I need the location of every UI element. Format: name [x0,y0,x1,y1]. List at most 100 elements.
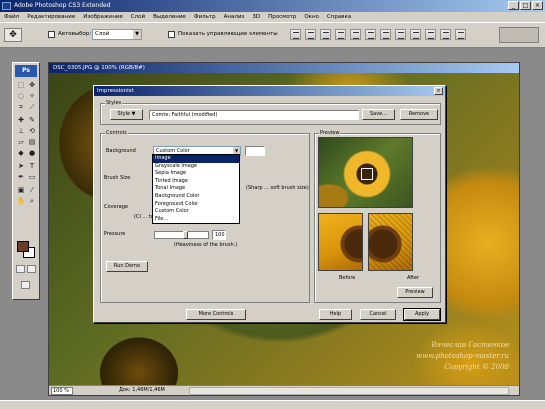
eraser-tool-icon[interactable]: ▱ [16,138,26,147]
background-option[interactable]: Background Color [153,193,239,201]
distribute-hcenter-icon[interactable] [440,29,451,40]
lasso-tool-icon[interactable]: ◌ [16,92,26,101]
history-brush-tool-icon[interactable]: ⟲ [27,127,37,136]
magic-wand-tool-icon[interactable]: ✧ [27,92,37,101]
brush-tool-icon[interactable]: ✎ [27,116,37,125]
watermark: Вячеслав Гостенков www.photoshop-master.… [416,340,509,373]
options-bar: ✥ Автовыбор: Слой ▼ Показать управляющие… [0,22,545,48]
hand-tool-icon[interactable]: ✋ [16,197,26,206]
document-info[interactable]: Док: 1,46M/1,46M [119,386,165,395]
apply-button[interactable]: Apply [403,308,441,321]
background-option[interactable]: Custom Color [153,208,239,216]
toolbox: Ps ⬚ ✥ ◌ ✧ ⌗ ⟋ ✚ ✎ ⊥ ⟲ ▱ ▤ ◆ ● ➤ T ✒ ▭ ▣… [12,62,40,300]
preview-before-image [318,213,363,271]
preview-after-image [368,213,413,271]
standard-mode-icon[interactable] [16,265,25,273]
foreground-color-swatch[interactable] [17,241,29,252]
gradient-tool-icon[interactable]: ▤ [27,138,37,147]
ps-logo: Ps [15,65,37,77]
background-option[interactable]: File... [153,216,239,224]
brush-size-label: Brush Size [104,175,131,181]
distribute-vcenter-icon[interactable] [395,29,406,40]
pressure-label: Pressure [104,231,126,237]
screen-mode-icon[interactable] [21,281,30,289]
maximize-button[interactable]: □ [520,1,531,10]
zoom-tool-icon[interactable]: ⌕ [27,197,37,206]
menu-image[interactable]: Изображение [83,12,123,22]
distribute-left-icon[interactable] [425,29,436,40]
healing-brush-tool-icon[interactable]: ✚ [16,116,26,125]
help-button[interactable]: Help [319,309,352,320]
zoom-field[interactable]: 100 % [51,387,73,395]
shape-tool-icon[interactable]: ▭ [27,173,37,182]
background-option[interactable]: Sepia Image [153,170,239,178]
background-option[interactable]: Tinted Image [153,178,239,186]
distribute-top-icon[interactable] [380,29,391,40]
menu-3d[interactable]: 3D [252,12,260,22]
menu-help[interactable]: Справка [327,12,351,22]
horizontal-scrollbar[interactable] [189,387,509,395]
minimize-button[interactable]: _ [508,1,519,10]
document-status-bar: 100 % Док: 1,46M/1,46M [49,385,519,395]
eyedropper-tool-icon[interactable]: ⁄ [27,186,37,195]
pressure-slider[interactable] [154,231,209,239]
menu-analysis[interactable]: Анализ [224,12,245,22]
menu-window[interactable]: Окно [304,12,319,22]
menu-edit[interactable]: Редактирование [27,12,75,22]
app-title-bar: Adobe Photoshop CS3 Extended _ □ × [0,0,545,12]
path-selection-tool-icon[interactable]: ➤ [16,162,26,171]
align-right-icon[interactable] [365,29,376,40]
menu-filter[interactable]: Фильтр [194,12,216,22]
watermark-author: Вячеслав Гостенков [431,341,509,349]
blur-tool-icon[interactable]: ◆ [16,149,26,158]
more-controls-button[interactable]: More Controls [186,309,246,320]
crop-tool-icon[interactable]: ⌗ [16,103,26,112]
pressure-hint: (Heaviness of the brush.) [174,242,238,248]
distribute-bottom-icon[interactable] [410,29,421,40]
autoselect-checkbox[interactable] [48,31,55,38]
palette-well[interactable] [499,27,539,43]
align-left-icon[interactable] [335,29,346,40]
save-button[interactable]: Save... [362,109,395,120]
clone-stamp-tool-icon[interactable]: ⊥ [16,127,26,136]
show-controls-checkbox[interactable] [168,31,175,38]
background-option[interactable]: Image [153,155,239,163]
preview-main-image[interactable] [318,137,413,208]
pressure-slider-thumb[interactable] [183,231,188,239]
preview-button[interactable]: Preview [397,287,433,298]
menu-file[interactable]: Файл [4,12,19,22]
dodge-tool-icon[interactable]: ● [27,149,37,158]
move-tool-icon[interactable]: ✥ [4,28,22,42]
move-tool-icon[interactable]: ✥ [27,81,37,90]
style-name-field[interactable]: Comte: Faithful (modified) [149,110,359,120]
remove-button[interactable]: Remove [400,109,438,120]
preview-selection-marker[interactable] [361,168,373,180]
style-button[interactable]: Style ▼ [110,109,143,120]
align-bottom-icon[interactable] [320,29,331,40]
background-option[interactable]: Foreground Color [153,201,239,209]
run-demo-button[interactable]: Run Demo [106,261,148,272]
type-tool-icon[interactable]: T [27,162,37,171]
pen-tool-icon[interactable]: ✒ [16,173,26,182]
background-option[interactable]: Tonal Image [153,185,239,193]
cancel-button[interactable]: Cancel [360,309,396,320]
menu-view[interactable]: Просмотр [268,12,296,22]
align-hcenter-icon[interactable] [350,29,361,40]
marquee-tool-icon[interactable]: ⬚ [16,81,26,90]
menu-select[interactable]: Выделение [153,12,186,22]
slice-tool-icon[interactable]: ⟋ [27,103,37,112]
distribute-right-icon[interactable] [455,29,466,40]
align-vcenter-icon[interactable] [305,29,316,40]
pressure-value-field[interactable]: 100 [212,230,226,240]
close-button[interactable]: × [532,1,543,10]
dialog-close-icon[interactable]: × [434,87,443,95]
notes-tool-icon[interactable]: ▣ [16,186,26,195]
autoselect-value: Слой [95,31,110,37]
autoselect-dropdown[interactable]: Слой ▼ [92,29,142,40]
custom-color-swatch[interactable] [245,146,265,156]
background-option[interactable]: Grayscale Image [153,163,239,171]
align-top-icon[interactable] [290,29,301,40]
quick-mask-mode-icon[interactable] [27,265,36,273]
menu-layer[interactable]: Слой [131,12,145,22]
window-controls: _ □ × [508,1,543,10]
